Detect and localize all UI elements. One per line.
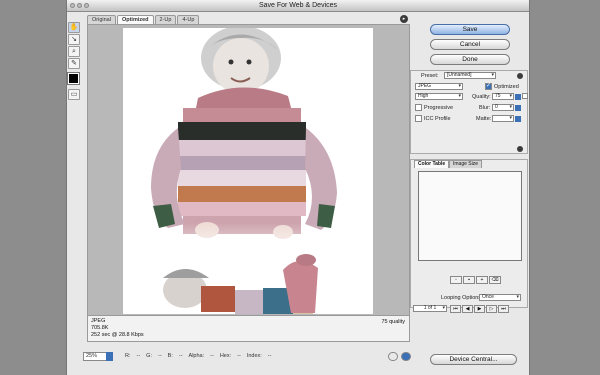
index-label: Index:	[246, 353, 262, 359]
looping-options-select[interactable]: Once	[479, 294, 521, 301]
zoom-tool-icon[interactable]: ⌕	[68, 46, 80, 57]
g-value: --	[157, 353, 162, 359]
tab-image-size[interactable]: Image Size	[449, 160, 483, 168]
info-file-size: 705.8K	[91, 325, 109, 331]
index-value: --	[267, 353, 272, 359]
settings-sidebar: Save Cancel Done Preset: [Unnamed] JPEG …	[410, 12, 529, 375]
device-central-button[interactable]: Device Central...	[430, 354, 517, 365]
looping-options-label: Looping Options:	[441, 295, 483, 301]
quality-slider-icon[interactable]	[515, 94, 521, 100]
preset-menu-icon[interactable]	[517, 73, 523, 79]
image-preview-pane[interactable]	[87, 24, 410, 316]
color-table-tools: ▫ ▪ + ⌫	[450, 276, 501, 284]
minimize-window-button[interactable]	[77, 3, 82, 8]
optimize-settings-panel: Preset: [Unnamed] JPEG ✓ Optimized High …	[410, 70, 528, 154]
format-select[interactable]: JPEG	[415, 83, 463, 90]
info-format: JPEG	[91, 318, 106, 324]
quality-mask-icon[interactable]	[522, 93, 528, 99]
close-window-button[interactable]	[70, 3, 75, 8]
new-color-icon[interactable]: +	[476, 276, 488, 284]
window-controls	[70, 3, 89, 8]
info-download-time: 252 sec @ 28.8 Kbps	[91, 332, 144, 338]
status-bar: 25% R: -- G: -- B: -- Alpha: -- Hex: -- …	[83, 350, 413, 362]
tool-palette: ✋ ↘ ⌕ ✎ ▭	[67, 22, 81, 112]
optimized-checkbox[interactable]: ✓	[485, 83, 492, 90]
progressive-label: Progressive	[424, 105, 454, 111]
tab-original[interactable]: Original	[87, 15, 116, 24]
tab-color-table[interactable]: Color Table	[414, 160, 450, 168]
icc-profile-checkbox[interactable]	[415, 115, 422, 122]
blur-slider-icon[interactable]	[515, 105, 521, 111]
first-frame-icon[interactable]: ⏮	[450, 305, 461, 313]
icc-profile-label: ICC Profile	[424, 116, 451, 122]
blur-label: Blur:	[479, 105, 491, 111]
quality-input[interactable]: 75	[492, 93, 514, 100]
child-photo-illustration	[151, 28, 337, 314]
frame-counter: 1 of 1	[413, 305, 447, 312]
web-snap-icon[interactable]: ▫	[450, 276, 462, 284]
lock-color-icon[interactable]: ▪	[463, 276, 475, 284]
hex-label: Hex:	[219, 353, 232, 359]
done-button[interactable]: Done	[430, 54, 510, 65]
preview-image	[123, 28, 373, 314]
optimization-info-panel: JPEG 705.8K 252 sec @ 28.8 Kbps 75 quali…	[87, 316, 410, 342]
zoom-level-select[interactable]: 25%	[83, 351, 113, 361]
quality-level-select[interactable]: High	[415, 93, 463, 100]
window-title: Save For Web & Devices	[258, 2, 338, 9]
optimized-label: Optimized	[494, 84, 519, 90]
save-button[interactable]: Save	[430, 24, 510, 35]
info-quality: 75 quality	[381, 319, 405, 325]
cancel-button[interactable]: Cancel	[430, 39, 510, 50]
r-value: --	[136, 353, 141, 359]
save-for-web-dialog: Save For Web & Devices ✋ ↘ ⌕ ✎ ▭ Origina…	[66, 0, 530, 375]
matte-label: Matte:	[476, 116, 492, 122]
b-label: B:	[167, 353, 173, 359]
view-tabs: Original Optimized 2-Up 4-Up	[87, 15, 200, 24]
tab-4-up[interactable]: 4-Up	[177, 15, 200, 24]
next-frame-icon[interactable]: ▷	[486, 305, 497, 313]
alpha-value: --	[210, 353, 214, 359]
play-icon[interactable]: ▶	[474, 305, 485, 313]
title-bar: Save For Web & Devices	[67, 0, 529, 12]
last-frame-icon[interactable]: ⏭	[498, 305, 509, 313]
b-value: --	[178, 353, 183, 359]
tab-2-up[interactable]: 2-Up	[154, 15, 177, 24]
alpha-label: Alpha:	[188, 353, 205, 359]
quality-label: Quality:	[472, 94, 491, 100]
eyedropper-color-swatch[interactable]	[67, 72, 80, 85]
r-label: R:	[125, 353, 131, 359]
hex-value: --	[237, 353, 241, 359]
previous-frame-icon[interactable]: ◀	[462, 305, 473, 313]
color-table-area	[418, 171, 522, 261]
tab-optimized[interactable]: Optimized	[116, 15, 154, 24]
toggle-slices-icon[interactable]: ▭	[68, 89, 80, 100]
hand-tool-icon[interactable]: ✋	[68, 22, 80, 33]
preset-label: Preset:	[421, 73, 439, 79]
eyedropper-tool-icon[interactable]: ✎	[68, 58, 80, 69]
color-table-panel: Color Table Image Size ▫ ▪ + ⌫	[410, 159, 528, 308]
zoom-window-button[interactable]	[84, 3, 89, 8]
settings-menu-icon[interactable]	[517, 146, 523, 152]
preset-select[interactable]: [Unnamed]	[444, 72, 496, 79]
g-label: G:	[146, 353, 152, 359]
preview-browser-button[interactable]	[388, 352, 398, 361]
matte-menu-icon[interactable]	[515, 116, 521, 122]
blur-input[interactable]: 0	[492, 104, 514, 111]
preview-menu-icon[interactable]: ▸	[400, 15, 408, 23]
progressive-checkbox[interactable]	[415, 104, 422, 111]
matte-select[interactable]	[492, 115, 514, 122]
slice-select-tool-icon[interactable]: ↘	[68, 34, 80, 45]
delete-color-icon[interactable]: ⌫	[489, 276, 501, 284]
